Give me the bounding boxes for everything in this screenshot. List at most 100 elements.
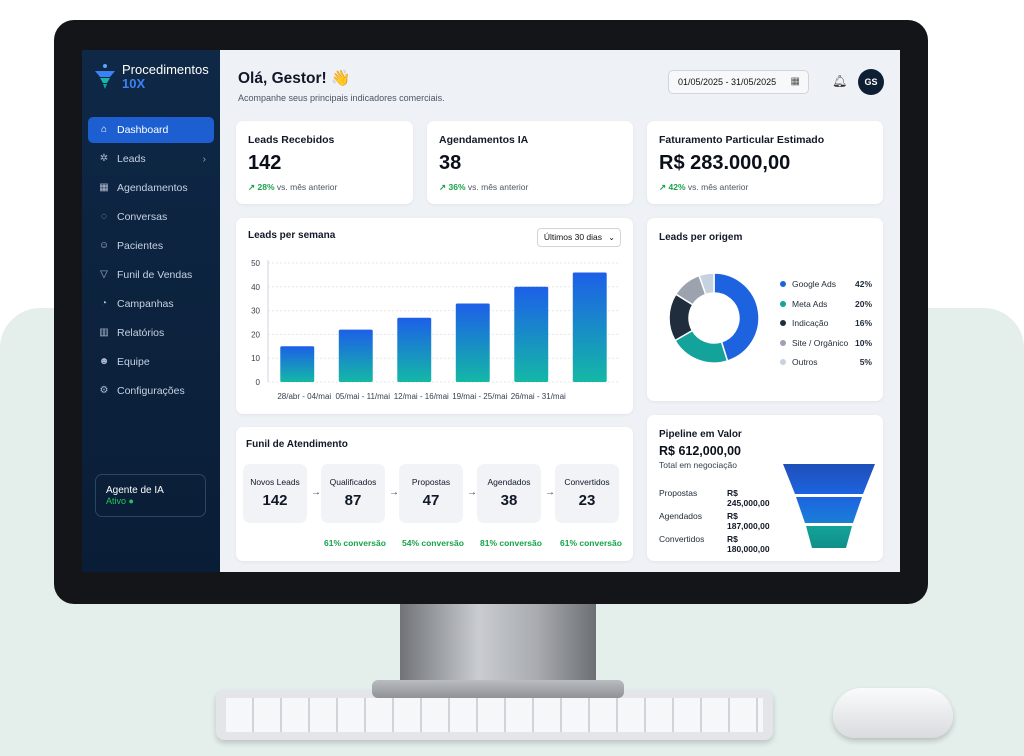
pipeline-row-value: R$ 187,000,00 — [727, 511, 770, 531]
bar-chart: 50 40 30 20 10 0 28/abr - 04/mai 05/mai - 11/ma… — [251, 259, 619, 401]
kpi-change: ↗ 36% vs. mês anterior — [439, 182, 528, 193]
sidebar: Procedimentos 10X ⌂ Dashboard ✲ Leads › ▦ Ag… — [82, 50, 220, 572]
legend-value: 10% — [854, 337, 872, 348]
calendar-icon: ▦ — [99, 182, 109, 193]
sidebar-item-label: Dashboard — [117, 124, 169, 136]
sidebar-item-relatorios[interactable]: ▥ Relatórios — [88, 320, 214, 346]
sidebar-item-label: Conversas — [117, 211, 168, 223]
arrow-right-icon: → — [467, 487, 477, 498]
funnel-segment-convertidos — [806, 526, 852, 548]
funnel-segment-propostas — [783, 464, 875, 494]
bar — [338, 329, 373, 382]
monitor-base — [372, 680, 624, 698]
bar — [280, 346, 315, 382]
main-content: Olá, Gestor! 👋 Acompanhe seus principais… — [220, 50, 900, 572]
legend-swatch — [780, 320, 786, 326]
conversion-rate: 61% conversão — [324, 538, 386, 548]
legend-label: Google Ads — [792, 279, 836, 289]
legend-swatch — [780, 339, 786, 346]
legend-value: 16% — [854, 318, 872, 328]
y-tick-label: 40 — [251, 283, 260, 292]
users-icon: ☻ — [98, 356, 110, 367]
legend-item: Site / Orgânico 10% — [780, 338, 872, 348]
pipeline-row-value: R$ 245,000,00 — [727, 488, 770, 508]
sidebar-item-equipe[interactable]: ☻ Equipe — [88, 349, 214, 375]
pipeline-row-label: Convertidos — [659, 534, 705, 544]
sidebar-item-agendamentos[interactable]: ▦ Agendamentos — [88, 175, 214, 201]
pipeline-row: Propostas R$ 245,000,00 — [659, 488, 781, 508]
kpi-title: Faturamento Particular Estimado — [659, 134, 825, 146]
megaphone-icon: ◔ — [100, 298, 108, 309]
legend-label: Meta Ads — [792, 298, 828, 309]
sidebar-nav: ⌂ Dashboard ✲ Leads › ▦ Agendamentos ◌ Conver… — [88, 117, 214, 407]
trend-up-icon: ↗ — [659, 182, 667, 192]
arrow-right-icon: → — [311, 487, 321, 498]
funnel-stage: Propostas 47 — [399, 464, 463, 523]
kpi-suffix: vs. mês anterior — [467, 182, 529, 192]
pipeline-total-label: Total em negociação — [659, 460, 737, 470]
date-range-picker[interactable]: 01/05/2025 - 31/05/2025 ▦ — [668, 70, 809, 94]
sidebar-item-label: Relatórios — [117, 327, 165, 339]
kpi-value: R$ 283.000,00 — [659, 152, 791, 174]
pipeline-row: Convertidos R$ 180,000,00 — [659, 534, 781, 554]
gear-icon: ✲ — [99, 153, 109, 164]
filter-icon: ▽ — [100, 269, 108, 280]
sidebar-item-conversas[interactable]: ◌ Conversas — [88, 204, 214, 230]
stage-label: Agendados — [487, 477, 531, 487]
stage-value: 47 — [422, 492, 440, 509]
chat-icon: ◌ — [101, 211, 107, 222]
agent-status-text: Ativo — [106, 496, 127, 506]
x-tick-label: 12/mai - 16/mai — [394, 392, 449, 401]
x-tick-label: 26/mai - 31/mai — [511, 392, 566, 401]
arrow-right-icon: → — [545, 487, 555, 498]
keyboard-keys — [226, 698, 763, 732]
sidebar-item-label: Leads — [117, 153, 146, 165]
stage-value: 87 — [344, 492, 362, 509]
sidebar-item-campanhas[interactable]: ◔ Campanhas — [88, 291, 214, 317]
sidebar-item-funil[interactable]: ▽ Funil de Vendas — [88, 262, 214, 288]
y-tick-label: 10 — [251, 354, 260, 363]
y-tick-label: 50 — [251, 259, 260, 268]
legend-swatch — [780, 300, 786, 307]
legend-item: Google Ads 42% — [780, 279, 872, 289]
funnel-card: Funil de Atendimento Novos Leads 142 → Qu… — [236, 427, 633, 561]
stage-label: Novos Leads — [250, 477, 300, 487]
pipeline-title: Pipeline em Valor — [659, 429, 742, 440]
legend-value: 5% — [859, 357, 872, 367]
monitor-stand — [400, 604, 596, 688]
home-icon: ⌂ — [100, 124, 108, 135]
sidebar-item-pacientes[interactable]: ☺ Pacientes — [88, 233, 214, 259]
kpi-card-agendamentos: Agendamentos IA 38 ↗ 36% vs. mês anterio… — [427, 121, 633, 204]
pipeline-row-label: Agendados — [659, 511, 703, 521]
sidebar-item-configuracoes[interactable]: ⚙ Configurações — [88, 378, 214, 404]
sidebar-item-label: Agendamentos — [117, 182, 188, 194]
sidebar-item-label: Pacientes — [117, 240, 164, 252]
brand[interactable]: Procedimentos 10X — [94, 62, 209, 92]
settings-icon: ⚙ — [99, 385, 109, 396]
legend-swatch — [780, 359, 786, 365]
sidebar-item-dashboard[interactable]: ⌂ Dashboard — [88, 117, 214, 143]
kpi-suffix: vs. mês anterior — [687, 182, 749, 192]
bell-icon[interactable]: 🔔︎ — [832, 74, 847, 88]
conversion-rate: 61% conversão — [560, 538, 622, 548]
kpi-value: 38 — [439, 152, 462, 174]
avatar[interactable]: GS — [858, 69, 884, 95]
kpi-suffix: vs. mês anterior — [276, 182, 338, 192]
bar — [572, 272, 607, 382]
kpi-title: Agendamentos IA — [439, 134, 529, 146]
legend-item: Meta Ads 20% — [780, 299, 872, 309]
ai-agent-card[interactable]: Agente de IA Ativo ● — [95, 474, 206, 517]
kpi-pct: 28% — [257, 182, 275, 192]
screen: Procedimentos 10X ⌂ Dashboard ✲ Leads › ▦ Ag… — [82, 50, 900, 572]
chevron-right-icon: › — [202, 153, 206, 165]
status-dot-icon: ● — [128, 496, 134, 506]
pipeline-card: Pipeline em Valor R$ 612,000,00 Total em… — [647, 415, 883, 561]
pipeline-row-label: Propostas — [659, 488, 698, 498]
sidebar-item-leads[interactable]: ✲ Leads › — [88, 146, 214, 172]
brand-sub: 10X — [122, 76, 146, 91]
stage-value: 23 — [578, 492, 596, 509]
funnel-title: Funil de Atendimento — [246, 439, 348, 450]
legend-label: Outros — [792, 357, 818, 367]
agent-title: Agente de IA — [106, 485, 164, 496]
conversion-rate: 54% conversão — [402, 538, 464, 548]
